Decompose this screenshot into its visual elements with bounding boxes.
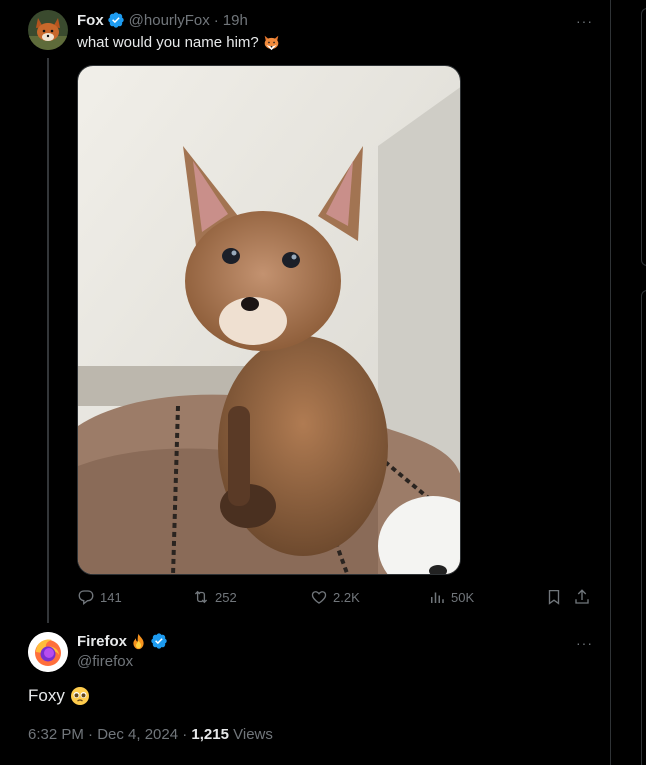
fire-emoji-icon [133,633,144,649]
reply-button[interactable]: 141 [77,588,122,606]
reply-count: 141 [100,589,122,605]
like-count: 2.2K [333,589,360,605]
reply-author-name[interactable]: Firefox [77,633,127,650]
reply-icon [78,590,94,605]
tweet-text: what would you name him? [77,34,280,51]
tweet-photo[interactable] [77,65,461,575]
tweet-body: what would you name him? [77,34,259,51]
pleading-face-emoji-icon [70,687,89,705]
bookmark-button[interactable] [545,588,563,606]
thread-connector [47,58,49,623]
heart-icon [311,591,327,604]
share-button[interactable] [573,588,591,606]
fox-avatar[interactable] [28,10,68,50]
share-icon [575,589,589,604]
fox-face-emoji-icon [264,35,279,51]
separator: · [213,11,219,29]
fox-kit-photo [78,66,460,574]
verified-badge-icon [151,633,167,649]
retweet-button[interactable]: 252 [192,588,237,606]
tweet-actions: 141 252 2.2K 50K [77,588,597,608]
bookmark-icon [548,589,560,605]
retweet-count: 252 [215,589,237,605]
view-count: 50K [451,589,475,605]
views-label: Views [228,726,273,743]
more-options-icon[interactable]: ··· [576,636,593,650]
reply-author-handle[interactable]: @firefox [77,653,133,670]
verified-badge-icon [107,12,124,28]
reply-header: Firefox [77,632,168,650]
sidebar-card [641,290,646,765]
timestamp[interactable]: 19h [223,12,248,29]
author-name[interactable]: Fox [77,12,104,29]
reply-text: Foxy [28,686,90,706]
analytics-icon [431,592,444,603]
reply-view-count: 1,215 [191,726,229,743]
like-button[interactable]: 2.2K [310,588,360,606]
reply-meta: 6:32 PM · Dec 4, 2024 · 1,215 Views [28,726,273,743]
retweet-icon [194,590,208,604]
more-options-icon[interactable]: ··· [576,14,593,28]
reply-body: Foxy [28,686,65,705]
firefox-avatar[interactable] [28,632,68,672]
tweet-header: Fox @hourlyFox · 19h [77,11,248,29]
sidebar-card [641,8,646,266]
views-button[interactable]: 50K [428,588,474,606]
author-handle[interactable]: @hourlyFox [129,12,210,29]
reply-timestamp[interactable]: 6:32 PM · Dec 4, 2024 · [28,726,191,743]
reply-handle-row: @firefox [77,653,133,670]
